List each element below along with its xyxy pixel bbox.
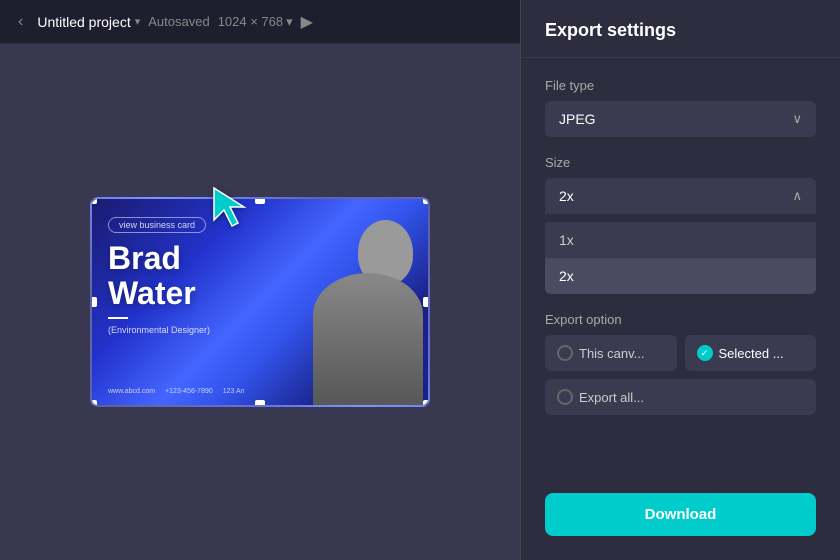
nav-back-button[interactable]: ‹ — [12, 9, 29, 35]
canvas-content: view business card Brad Water (Environme… — [0, 44, 520, 560]
card-address: 123 An — [223, 388, 245, 395]
cursor-arrow — [210, 184, 256, 235]
size-value: 2x — [559, 188, 574, 204]
dimensions-chevron-icon: ▾ — [286, 14, 293, 30]
export-option-group: Export option This canv... ✓ Selected ..… — [545, 312, 816, 415]
export-option-label: Export option — [545, 312, 816, 327]
size-select[interactable]: 2x ∧ — [545, 178, 816, 214]
size-label: Size — [545, 155, 816, 170]
canvas-area: ‹ Untitled project ▾ Autosaved 1024 × 76… — [0, 0, 520, 560]
file-type-group: File type JPEG ∨ — [545, 78, 816, 137]
card-inner: view business card Brad Water (Environme… — [92, 199, 428, 405]
size-option-2x[interactable]: 2x — [545, 258, 816, 294]
panel-title: Export settings — [545, 20, 816, 41]
card-website: www.abcd.com — [108, 388, 155, 395]
size-option-1x[interactable]: 1x — [545, 222, 816, 258]
file-type-chevron-icon: ∨ — [792, 111, 802, 127]
download-button[interactable]: Download — [545, 493, 816, 536]
canvas-dimensions: 1024 × 768 ▾ — [218, 14, 293, 30]
panel-header: Export settings — [521, 0, 840, 58]
card-name: Brad Water — [108, 241, 412, 311]
card-divider — [108, 317, 128, 319]
project-chevron-icon: ▾ — [135, 15, 141, 28]
this-canvas-option[interactable]: This canv... — [545, 335, 677, 371]
business-card: view business card Brad Water (Environme… — [90, 197, 430, 407]
this-canvas-radio — [557, 345, 573, 361]
canvas-toolbar: ‹ Untitled project ▾ Autosaved 1024 × 76… — [0, 0, 520, 44]
size-chevron-icon: ∧ — [792, 188, 802, 204]
selected-label: Selected ... — [719, 346, 784, 361]
file-type-label: File type — [545, 78, 816, 93]
preview-button[interactable]: ▶ — [301, 12, 313, 32]
selected-radio: ✓ — [697, 345, 713, 361]
export-options-grid: This canv... ✓ Selected ... Export all..… — [545, 335, 816, 415]
card-phone: +123-456-7890 — [165, 388, 213, 395]
autosaved-label: Autosaved — [148, 14, 209, 29]
card-footer: www.abcd.com +123-456-7890 123 An — [108, 388, 412, 395]
size-group: Size 2x ∧ 1x 2x — [545, 155, 816, 294]
file-type-select[interactable]: JPEG ∨ — [545, 101, 816, 137]
export-panel: Export settings File type JPEG ∨ Size 2x… — [520, 0, 840, 560]
file-type-value: JPEG — [559, 111, 596, 127]
export-all-option[interactable]: Export all... — [545, 379, 816, 415]
selected-option[interactable]: ✓ Selected ... — [685, 335, 817, 371]
project-name: Untitled project ▾ — [37, 14, 140, 30]
card-title: (Environmental Designer) — [108, 325, 412, 335]
card-tag: view business card — [108, 217, 206, 233]
size-dropdown: 1x 2x — [545, 222, 816, 294]
panel-body: File type JPEG ∨ Size 2x ∧ 1x 2x Export … — [521, 58, 840, 493]
this-canvas-label: This canv... — [579, 346, 645, 361]
export-all-label: Export all... — [579, 390, 644, 405]
export-all-radio — [557, 389, 573, 405]
